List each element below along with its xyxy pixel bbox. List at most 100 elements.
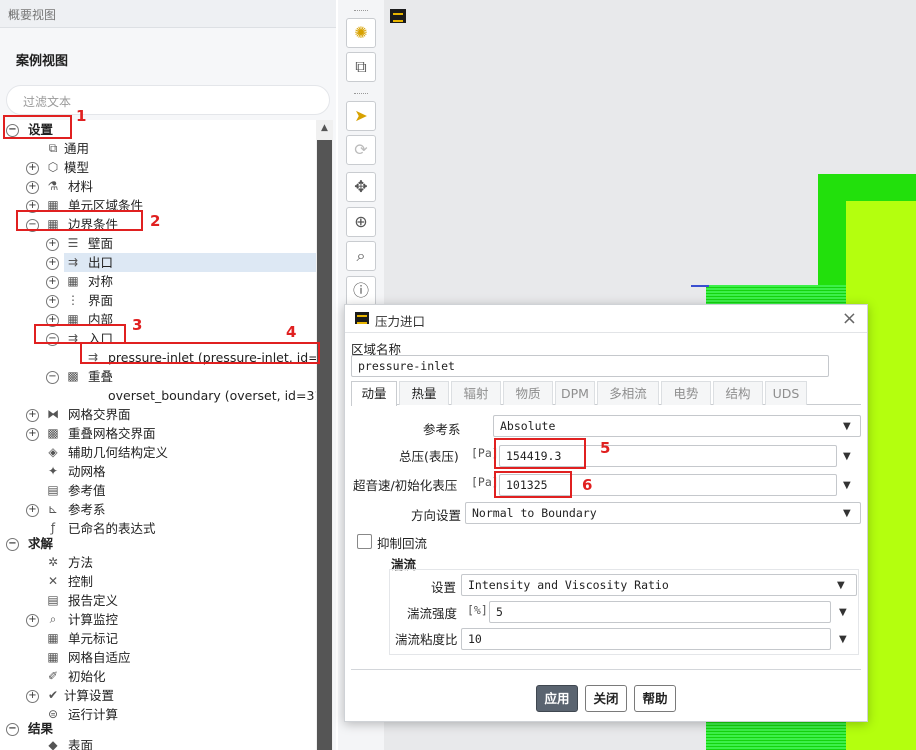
pan-icon[interactable]: ✥	[346, 172, 376, 202]
expand-icon[interactable]: +	[26, 428, 39, 441]
tree-item[interactable]: + ⧓ 网格交界面	[0, 405, 316, 424]
collapse-icon[interactable]: −	[6, 538, 19, 551]
zoom-box-icon[interactable]: ⊕	[346, 207, 376, 237]
prevent-backflow-checkbox[interactable]	[357, 534, 372, 549]
collapse-icon[interactable]: −	[6, 723, 19, 736]
tree-item[interactable]: ◆ 表面	[0, 736, 316, 750]
tree-item[interactable]: overset_boundary (overset, id=31	[0, 386, 322, 405]
tree-item[interactable]: + ⊾ 参考系	[0, 500, 316, 519]
iso-view-icon[interactable]: ✺	[346, 18, 376, 48]
tab-item[interactable]: 动量	[351, 381, 397, 406]
chevron-down-icon[interactable]: ▼	[843, 421, 851, 432]
outline-scrollbar[interactable]: ▲	[316, 120, 333, 750]
expand-icon[interactable]: +	[46, 295, 59, 308]
chevron-down-icon[interactable]: ▼	[843, 480, 851, 491]
expand-icon[interactable]: +	[26, 504, 39, 517]
tab-item[interactable]: 热量	[399, 381, 449, 405]
tree-item[interactable]: + ▩ 重叠网格交界面	[0, 424, 316, 443]
rotate-icon[interactable]: ⟳	[346, 135, 376, 165]
expand-icon[interactable]: +	[26, 409, 39, 422]
direction-select[interactable]: Normal to Boundary	[465, 502, 861, 524]
chevron-down-icon[interactable]: ▼	[839, 607, 847, 618]
tree-item[interactable]: ◈ 辅助几何结构定义	[0, 443, 316, 462]
tree-item[interactable]: + ⋮ 界面	[0, 291, 316, 310]
tab-item[interactable]: DPM	[555, 381, 595, 405]
chevron-down-icon[interactable]: ▼	[839, 634, 847, 645]
turb-viscosity-field[interactable]: 10	[461, 628, 831, 650]
wall-icon: ☰	[67, 236, 79, 250]
zone-name-field[interactable]: pressure-inlet	[351, 355, 829, 377]
turb-intensity-label: 湍流强度	[407, 606, 458, 621]
tab-item[interactable]: 辐射	[451, 381, 501, 405]
tab-item[interactable]: 多相流	[597, 381, 659, 405]
tree-item[interactable]: ✲ 方法	[0, 553, 316, 572]
overset-interface-icon: ▩	[47, 426, 59, 440]
tree-item[interactable]: ⧉ 通用	[0, 139, 316, 158]
close-icon[interactable]: ×	[842, 308, 857, 329]
reference-values-icon: ▤	[47, 483, 59, 497]
tree-item-label: 对称	[88, 274, 114, 289]
tree-item-label: 求解	[28, 536, 54, 551]
tree-item-label: 重叠网格交界面	[68, 426, 156, 441]
scroll-up-icon[interactable]: ▲	[316, 123, 333, 135]
scrollbar-thumb[interactable]	[317, 140, 332, 750]
tree-item[interactable]: − 求解	[0, 534, 316, 553]
initialization-icon: ✐	[47, 669, 59, 683]
tab-item[interactable]: 电势	[661, 381, 711, 405]
collapse-panel-icon[interactable]: ‹	[8, 6, 332, 20]
expand-icon[interactable]: +	[46, 276, 59, 289]
fit-view-icon[interactable]: ⧉	[346, 52, 376, 82]
tree-item[interactable]: + ▦ 对称	[0, 272, 316, 291]
tree-item[interactable]: + ⇉ 出口	[46, 253, 316, 272]
close-button[interactable]: 关闭	[585, 685, 627, 712]
tree-item[interactable]: ✦ 动网格	[0, 462, 316, 481]
tab-item[interactable]: 物质	[503, 381, 553, 405]
tree-item[interactable]: − ▩ 重叠	[0, 367, 316, 386]
tree-item[interactable]: + ⬡ 模型	[0, 158, 316, 177]
chevron-down-icon[interactable]: ▼	[843, 451, 851, 462]
expand-icon[interactable]: +	[46, 257, 59, 270]
toolbar-grip	[354, 10, 368, 14]
tree-item[interactable]: ▤ 参考值	[0, 481, 316, 500]
filter-text-input[interactable]: 过滤文本	[6, 85, 330, 115]
expand-icon[interactable]: +	[26, 181, 39, 194]
collapse-icon[interactable]: −	[46, 371, 59, 384]
outlet-icon: ⇉	[67, 255, 79, 269]
tree-item-label: 网格自适应	[68, 650, 131, 665]
help-button[interactable]: 帮助	[634, 685, 676, 712]
info-icon[interactable]: ⓘ	[346, 276, 376, 306]
tree-item[interactable]: + ☰ 壁面	[0, 234, 316, 253]
filter-placeholder: 过滤文本	[23, 95, 72, 109]
tree-item[interactable]: + ⌕ 计算监控	[0, 610, 316, 629]
tree-item[interactable]: ▦ 单元标记	[0, 629, 316, 648]
tree-item[interactable]: ✕ 控制	[0, 572, 316, 591]
expand-icon[interactable]: +	[46, 238, 59, 251]
tab-item[interactable]: UDS	[765, 381, 807, 405]
tree-item-label: 参考值	[68, 483, 106, 498]
tree-item[interactable]: ▤ 报告定义	[0, 591, 316, 610]
general-icon: ⧉	[48, 141, 58, 155]
tree-item[interactable]: ▦ 网格自适应	[0, 648, 316, 667]
expand-icon[interactable]: +	[26, 162, 39, 175]
zoom-icon[interactable]: ⌕	[346, 241, 376, 271]
expand-icon[interactable]: +	[26, 690, 39, 703]
turb-intensity-unit: [%]	[467, 603, 488, 617]
chevron-down-icon[interactable]: ▼	[837, 580, 845, 591]
expand-icon[interactable]: +	[26, 614, 39, 627]
tab-item[interactable]: 结构	[713, 381, 763, 405]
tree-item-label: 计算设置	[64, 688, 115, 703]
annotation-number-3: 3	[132, 316, 143, 334]
turb-intensity-field[interactable]: 5	[489, 601, 831, 623]
turb-spec-select[interactable]: Intensity and Viscosity Ratio	[461, 574, 857, 596]
controls-icon: ✕	[47, 574, 59, 588]
ref-frame-select[interactable]: Absolute	[493, 415, 861, 437]
tree-item-label: 计算监控	[68, 612, 119, 627]
tree-item-label: 报告定义	[68, 593, 119, 608]
tree-item[interactable]: ✐ 初始化	[0, 667, 316, 686]
apply-button[interactable]: 应用	[536, 685, 578, 712]
select-icon[interactable]: ➤	[346, 101, 376, 131]
chevron-down-icon[interactable]: ▼	[843, 508, 851, 519]
tree-item[interactable]: + ✔ 计算设置	[0, 686, 316, 705]
tree-item[interactable]: + ⚗ 材料	[0, 177, 316, 196]
tree-item-label: 界面	[88, 293, 114, 308]
